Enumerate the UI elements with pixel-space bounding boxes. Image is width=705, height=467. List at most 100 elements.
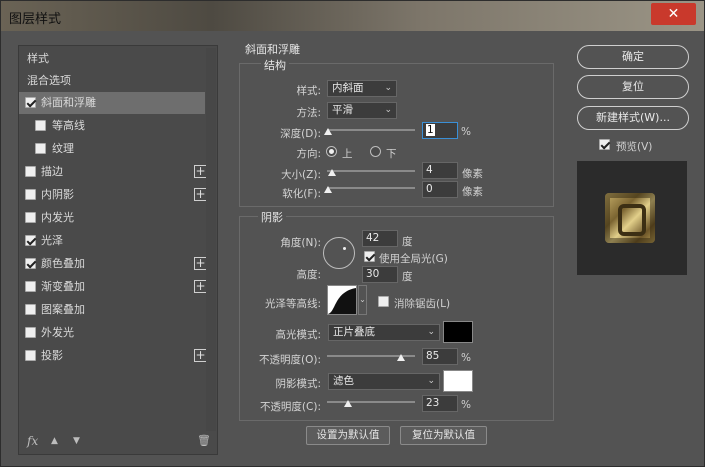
style-item-contour[interactable]: 等高线 xyxy=(19,115,205,137)
angle-unit: 度 xyxy=(402,236,413,248)
highlight-opacity-input[interactable]: 85 xyxy=(422,348,458,365)
depth-slider-thumb[interactable] xyxy=(324,128,332,135)
shadow-opacity-slider[interactable] xyxy=(327,401,415,403)
shadow-color-swatch[interactable] xyxy=(443,370,473,392)
highlight-opacity-thumb[interactable] xyxy=(397,354,405,361)
trash-icon[interactable]: 🗑 xyxy=(197,434,211,447)
window-title: 图层样式 xyxy=(9,12,62,27)
checkbox-gradient-overlay[interactable] xyxy=(25,281,36,292)
technique-dropdown[interactable]: 平滑 ⌄ xyxy=(327,102,397,119)
title-bar: 图层样式 ✕ xyxy=(1,1,704,31)
reset-to-default-button[interactable]: 复位为默认值 xyxy=(400,426,487,445)
move-up-icon[interactable]: ▲ xyxy=(51,436,58,446)
highlight-opacity-label: 不透明度(O): xyxy=(259,354,321,366)
style-item-label: 内阴影 xyxy=(41,188,74,201)
highlight-mode-label: 高光模式: xyxy=(275,329,321,341)
size-slider[interactable] xyxy=(327,170,415,172)
style-item-label: 内发光 xyxy=(41,211,74,224)
move-down-icon[interactable]: ▼ xyxy=(73,436,80,446)
style-item-outer-glow[interactable]: 外发光 xyxy=(19,322,205,344)
angle-dial[interactable] xyxy=(323,237,355,269)
style-item-stroke[interactable]: 描边 + xyxy=(19,161,207,183)
checkbox-outer-glow[interactable] xyxy=(25,327,36,338)
angle-input[interactable]: 42 xyxy=(362,230,398,247)
shadow-opacity-label: 不透明度(C): xyxy=(259,401,321,413)
fx-icon[interactable]: fx xyxy=(27,434,38,448)
style-list-panel: 样式 混合选项 斜面和浮雕 等高线 纹理 描边 + 内阴影 + 内发光 光泽 颜… xyxy=(18,45,218,455)
style-item-inner-shadow[interactable]: 内阴影 + xyxy=(19,184,207,206)
style-item-bevel-emboss[interactable]: 斜面和浮雕 xyxy=(19,92,205,114)
direction-down-label: 下 xyxy=(386,148,397,160)
angle-label: 角度(N): xyxy=(280,237,321,249)
style-item-color-overlay[interactable]: 颜色叠加 + xyxy=(19,253,207,275)
altitude-input[interactable]: 30 xyxy=(362,266,398,283)
soften-input[interactable]: 0 xyxy=(422,181,458,198)
checkbox-stroke[interactable] xyxy=(25,166,36,177)
direction-label: 方向: xyxy=(296,148,321,160)
soften-slider-thumb[interactable] xyxy=(324,186,332,193)
size-slider-thumb[interactable] xyxy=(328,169,336,176)
style-item-drop-shadow[interactable]: 投影 + xyxy=(19,345,207,367)
style-item-label: 纹理 xyxy=(52,142,74,155)
checkbox-color-overlay[interactable] xyxy=(25,258,36,269)
style-item-label: 颜色叠加 xyxy=(41,257,85,270)
shadow-opacity-unit: % xyxy=(461,399,471,411)
checkbox-inner-glow[interactable] xyxy=(25,212,36,223)
depth-unit: % xyxy=(461,126,471,138)
shadow-opacity-thumb[interactable] xyxy=(344,400,352,407)
style-item-satin[interactable]: 光泽 xyxy=(19,230,205,252)
styles-header[interactable]: 样式 xyxy=(19,48,205,70)
style-item-pattern-overlay[interactable]: 图案叠加 xyxy=(19,299,205,321)
gloss-contour-picker[interactable] xyxy=(327,285,357,315)
style-item-label: 斜面和浮雕 xyxy=(41,96,96,109)
checkbox-bevel-emboss[interactable] xyxy=(25,97,36,108)
direction-up-radio[interactable] xyxy=(326,146,337,157)
shading-title: 阴影 xyxy=(258,209,286,225)
preview-checkbox[interactable] xyxy=(599,139,610,150)
new-style-button[interactable]: 新建样式(W)... xyxy=(577,106,689,130)
highlight-mode-value: 正片叠底 xyxy=(333,326,375,338)
ok-button[interactable]: 确定 xyxy=(577,45,689,69)
global-light-label: 使用全局光(G) xyxy=(379,253,448,265)
direction-down-radio[interactable] xyxy=(370,146,381,157)
close-button[interactable]: ✕ xyxy=(651,3,696,25)
contour-dropdown-arrow[interactable]: ⌄ xyxy=(358,285,367,315)
shadow-opacity-input[interactable]: 23 xyxy=(422,395,458,412)
checkbox-pattern-overlay[interactable] xyxy=(25,304,36,315)
shadow-mode-label: 阴影模式: xyxy=(275,378,321,390)
style-item-texture[interactable]: 纹理 xyxy=(19,138,205,160)
checkbox-drop-shadow[interactable] xyxy=(25,350,36,361)
checkbox-texture[interactable] xyxy=(35,143,46,154)
checkbox-inner-shadow[interactable] xyxy=(25,189,36,200)
altitude-label: 高度: xyxy=(296,269,321,281)
highlight-mode-dropdown[interactable]: 正片叠底 ⌄ xyxy=(328,324,440,341)
make-default-button[interactable]: 设置为默认值 xyxy=(306,426,390,445)
soften-slider[interactable] xyxy=(327,187,415,189)
style-item-label: 渐变叠加 xyxy=(41,280,85,293)
checkbox-satin[interactable] xyxy=(25,235,36,246)
structure-title: 结构 xyxy=(261,57,289,73)
reset-button[interactable]: 复位 xyxy=(577,75,689,99)
style-item-inner-glow[interactable]: 内发光 xyxy=(19,207,205,229)
highlight-color-swatch[interactable] xyxy=(443,321,473,343)
shadow-mode-dropdown[interactable]: 滤色 ⌄ xyxy=(328,373,440,390)
soften-label: 软化(F): xyxy=(282,188,321,200)
chevron-down-icon: ⌄ xyxy=(384,83,392,93)
size-input[interactable]: 4 xyxy=(422,162,458,179)
bevel-style-dropdown[interactable]: 内斜面 ⌄ xyxy=(327,80,397,97)
antialias-checkbox[interactable] xyxy=(378,296,389,307)
style-item-label: 光泽 xyxy=(41,234,63,247)
antialias-label: 消除锯齿(L) xyxy=(394,298,451,310)
altitude-unit: 度 xyxy=(402,271,413,283)
depth-input[interactable]: 1 xyxy=(422,122,458,139)
style-item-label: 等高线 xyxy=(52,119,85,132)
depth-slider[interactable] xyxy=(327,129,415,131)
size-unit: 像素 xyxy=(462,168,483,180)
style-item-label: 投影 xyxy=(41,349,63,362)
checkbox-contour[interactable] xyxy=(35,120,46,131)
scrollbar[interactable] xyxy=(206,48,216,431)
style-item-gradient-overlay[interactable]: 渐变叠加 + xyxy=(19,276,207,298)
global-light-checkbox[interactable] xyxy=(364,251,375,262)
blending-options[interactable]: 混合选项 xyxy=(19,70,205,92)
chevron-down-icon: ⌄ xyxy=(384,105,392,115)
